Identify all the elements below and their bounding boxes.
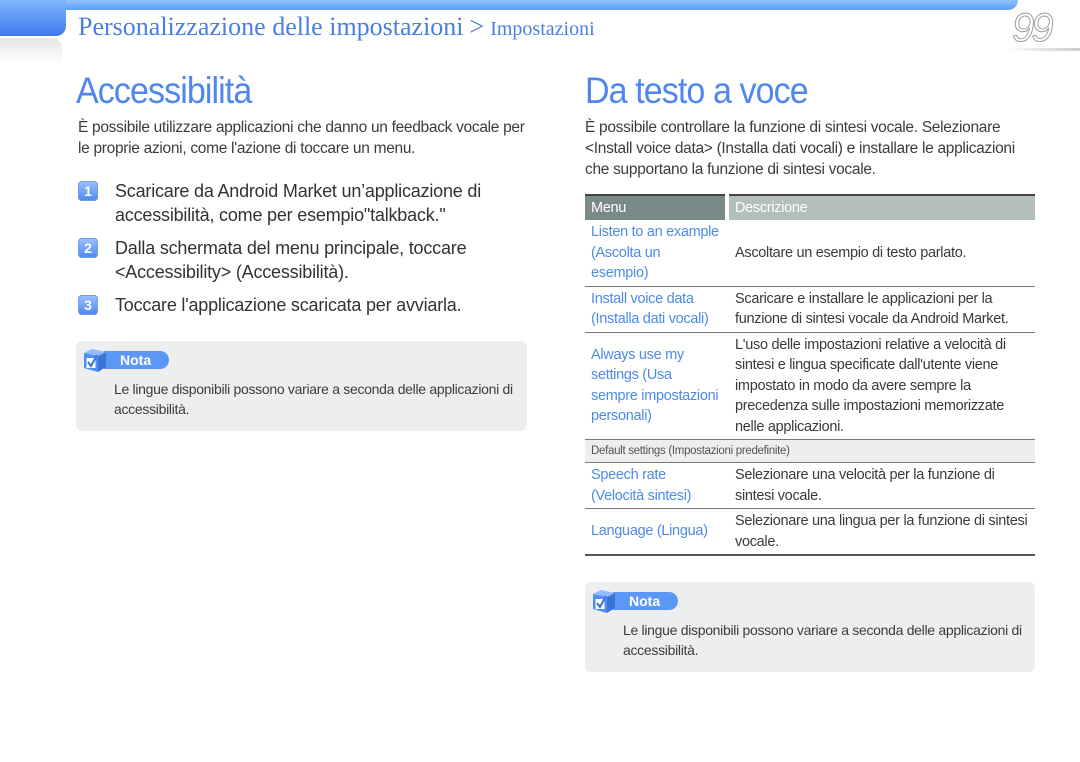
- table-row: Install voice data (Installa dati vocali…: [585, 286, 1035, 333]
- description-cell: Scaricare e installare le applicazioni p…: [727, 286, 1035, 333]
- description-cell: Ascoltare un esempio di testo parlato.: [727, 220, 1035, 287]
- description-cell: Selezionare una velocità per la funzione…: [727, 462, 1035, 509]
- note-header: Nota: [82, 347, 170, 373]
- step-text: Dalla schermata del menu principale, toc…: [115, 238, 467, 282]
- table-row: Language (Lingua) Selezionare una lingua…: [585, 508, 1035, 556]
- column-header-description: Descrizione: [727, 194, 1035, 220]
- table-row: Always use my settings (Usa sempre impos…: [585, 332, 1035, 440]
- step-text: Toccare l'applicazione scaricata per avv…: [115, 295, 462, 315]
- tts-title: Da testo a voce: [585, 70, 809, 111]
- tts-intro: È possibile controllare la funzione di s…: [585, 119, 1015, 178]
- page-number: 99: [1012, 6, 1054, 51]
- tts-menu-table: Menu Descrizione Listen to an example (A…: [585, 194, 1035, 556]
- menu-cell: Install voice data (Installa dati vocali…: [585, 286, 727, 333]
- note-label: Nota: [104, 351, 170, 369]
- step-item: 2 Dalla schermata del menu principale, t…: [78, 236, 528, 284]
- step-item: 3 Toccare l'applicazione scaricata per a…: [78, 293, 528, 317]
- header-bar: [0, 0, 1018, 10]
- accessibility-intro: È possibile utilizzare applicazioni che …: [78, 119, 525, 157]
- breadcrumb-main: Personalizzazione delle impostazioni: [78, 12, 464, 41]
- breadcrumb-separator: >: [469, 12, 485, 41]
- checkbox-cube-icon: [84, 349, 106, 372]
- table-group-row: Default settings (Impostazioni predefini…: [585, 439, 1035, 463]
- menu-cell: Always use my settings (Usa sempre impos…: [585, 332, 727, 440]
- breadcrumb: Personalizzazione delle impostazioni > Imp…: [78, 12, 595, 42]
- description-cell: Selezionare una lingua per la funzione d…: [727, 508, 1035, 556]
- column-header-menu: Menu: [585, 194, 729, 220]
- breadcrumb-sub: Impostazioni: [490, 18, 595, 40]
- menu-cell: Speech rate (Velocità sintesi): [585, 462, 727, 509]
- page-number-underline: [1005, 48, 1080, 51]
- steps-list: 1 Scaricare da Android Market un’applica…: [78, 179, 528, 326]
- step-number-badge: 3: [78, 295, 98, 315]
- step-number-badge: 2: [78, 238, 98, 258]
- step-item: 1 Scaricare da Android Market un’applica…: [78, 179, 528, 227]
- note-text: Le lingue disponibili possono variare a …: [623, 622, 1022, 658]
- menu-cell: Listen to an example (Ascolta un esempio…: [585, 220, 727, 287]
- menu-cell: Language (Lingua): [585, 508, 727, 556]
- note-label: Nota: [613, 592, 679, 610]
- header-tab: [0, 0, 66, 36]
- step-text: Scaricare da Android Market un’applicazi…: [115, 181, 482, 225]
- checkbox-cube-icon: [593, 590, 615, 613]
- note-text: Le lingue disponibili possono variare a …: [114, 381, 513, 417]
- header-tab-shadow: [0, 38, 62, 64]
- table-header-row: Menu Descrizione: [585, 194, 1035, 220]
- note-box-right: Nota Le lingue disponibili possono varia…: [585, 582, 1035, 672]
- table-row: Listen to an example (Ascolta un esempio…: [585, 220, 1035, 287]
- accessibility-title: Accessibilità: [76, 70, 252, 111]
- step-number-badge: 1: [78, 181, 98, 201]
- note-header: Nota: [591, 588, 679, 614]
- note-box-left: Nota Le lingue disponibili possono varia…: [76, 341, 527, 431]
- table-row: Speech rate (Velocità sintesi) Seleziona…: [585, 462, 1035, 509]
- description-cell: L'uso delle impostazioni relative a velo…: [727, 332, 1035, 440]
- group-label: Default settings (Impostazioni predefini…: [585, 439, 1035, 463]
